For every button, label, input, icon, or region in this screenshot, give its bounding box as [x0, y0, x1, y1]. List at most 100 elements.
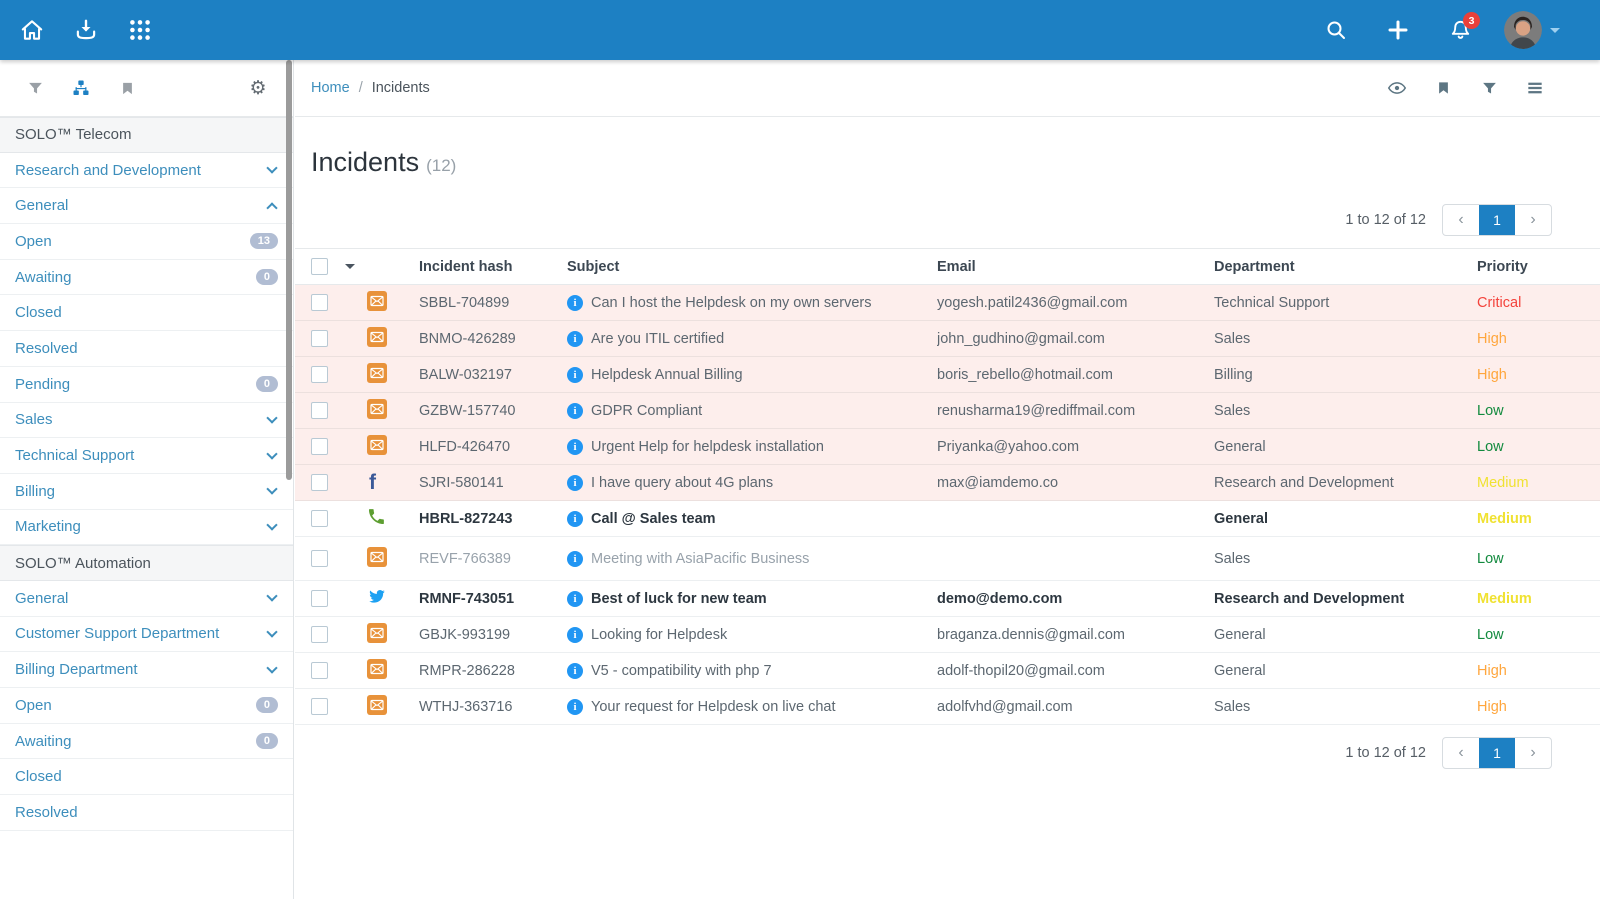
eye-icon[interactable]	[1384, 75, 1410, 101]
pagination-prev-button[interactable]: ‹	[1443, 205, 1479, 235]
pagination-prev-button[interactable]: ‹	[1443, 738, 1479, 768]
row-checkbox[interactable]	[311, 626, 328, 643]
page-count: (12)	[426, 156, 456, 176]
info-icon: i	[567, 295, 583, 311]
sitemap-icon[interactable]	[66, 73, 96, 103]
incident-subject: Call @ Sales team	[591, 511, 716, 527]
table-row[interactable]: BALW-032197 i Helpdesk Annual Billing bo…	[295, 357, 1600, 393]
sidebar-item-resolved[interactable]: Resolved	[0, 331, 293, 367]
select-all-checkbox[interactable]	[311, 258, 328, 275]
row-checkbox[interactable]	[311, 294, 328, 311]
gear-icon[interactable]: ⚙	[243, 73, 273, 103]
incident-hash: HBRL-827243	[419, 511, 567, 527]
table-row[interactable]: HLFD-426470 i Urgent Help for helpdesk i…	[295, 429, 1600, 465]
sidebar: ⚙ SOLO™ Telecom Research and Development…	[0, 60, 294, 899]
count-badge: 0	[256, 733, 278, 749]
sidebar-item-pending[interactable]: Pending 0	[0, 367, 293, 403]
row-checkbox[interactable]	[311, 474, 328, 491]
row-checkbox[interactable]	[311, 330, 328, 347]
sidebar-navigation: SOLO™ Telecom Research and Development G…	[0, 117, 293, 831]
chevron-down-icon	[266, 519, 277, 530]
incident-subject: GDPR Compliant	[591, 403, 702, 419]
sidebar-item-closed[interactable]: Closed	[0, 295, 293, 331]
sidebar-item-awaiting[interactable]: Awaiting 0	[0, 724, 293, 760]
breadcrumb-separator: /	[359, 80, 363, 96]
apps-grid-icon[interactable]	[118, 8, 162, 52]
sidebar-item-general[interactable]: General	[0, 581, 293, 617]
sidebar-item-open[interactable]: Open 0	[0, 688, 293, 724]
row-checkbox[interactable]	[311, 510, 328, 527]
sidebar-item-closed[interactable]: Closed	[0, 759, 293, 795]
incident-subject: Urgent Help for helpdesk installation	[591, 439, 824, 455]
user-menu[interactable]	[1504, 11, 1560, 49]
table-row[interactable]: RMPR-286228 i V5 - compatibility with ph…	[295, 653, 1600, 689]
filter-icon[interactable]	[20, 73, 50, 103]
list-menu-icon[interactable]	[1522, 75, 1548, 101]
row-checkbox[interactable]	[311, 366, 328, 383]
table-row[interactable]: WTHJ-363716 i Your request for Helpdesk …	[295, 689, 1600, 725]
incident-department: Sales	[1214, 551, 1477, 567]
count-badge: 0	[256, 697, 278, 713]
page-title: Incidents	[311, 147, 419, 178]
table-row[interactable]: SBBL-704899 i Can I host the Helpdesk on…	[295, 285, 1600, 321]
table-row[interactable]: REVF-766389 i Meeting with AsiaPacific B…	[295, 537, 1600, 581]
table-row[interactable]: BNMO-426289 i Are you ITIL certified joh…	[295, 321, 1600, 357]
sidebar-item-billing-department[interactable]: Billing Department	[0, 652, 293, 688]
sidebar-item-resolved[interactable]: Resolved	[0, 795, 293, 831]
chevron-up-icon	[266, 203, 277, 214]
row-checkbox[interactable]	[311, 402, 328, 419]
email-channel-icon	[367, 291, 387, 315]
row-checkbox[interactable]	[311, 662, 328, 679]
table-row[interactable]: RMNF-743051 i Best of luck for new team …	[295, 581, 1600, 617]
row-checkbox[interactable]	[311, 550, 328, 567]
breadcrumb-home-link[interactable]: Home	[311, 80, 350, 96]
table-row[interactable]: GBJK-993199 i Looking for Helpdesk braga…	[295, 617, 1600, 653]
pagination-page-1[interactable]: 1	[1479, 738, 1515, 768]
chevron-down-icon	[266, 484, 277, 495]
sidebar-scrollbar[interactable]	[286, 60, 292, 480]
sidebar-item-technical-support[interactable]: Technical Support	[0, 438, 293, 474]
count-badge: 13	[250, 233, 278, 249]
sidebar-item-billing[interactable]: Billing	[0, 474, 293, 510]
pagination-bottom: 1 to 12 of 12 ‹ 1 ›	[295, 737, 1600, 769]
table-row[interactable]: GZBW-157740 i GDPR Compliant renusharma1…	[295, 393, 1600, 429]
sidebar-item-marketing[interactable]: Marketing	[0, 510, 293, 546]
incident-department: General	[1214, 663, 1477, 679]
sidebar-item-open[interactable]: Open 13	[0, 224, 293, 260]
add-icon[interactable]	[1376, 8, 1420, 52]
sidebar-item-sales[interactable]: Sales	[0, 403, 293, 439]
table-row[interactable]: f SJRI-580141 i I have query about 4G pl…	[295, 465, 1600, 501]
filter-icon[interactable]	[1476, 75, 1502, 101]
search-icon[interactable]	[1314, 8, 1358, 52]
info-icon: i	[567, 663, 583, 679]
pagination-next-button[interactable]: ›	[1515, 205, 1551, 235]
pagination-page-1[interactable]: 1	[1479, 205, 1515, 235]
pagination-next-button[interactable]: ›	[1515, 738, 1551, 768]
home-icon[interactable]	[10, 8, 54, 52]
table-row[interactable]: HBRL-827243 i Call @ Sales team General …	[295, 501, 1600, 537]
sidebar-item-awaiting[interactable]: Awaiting 0	[0, 260, 293, 296]
column-priority: Priority	[1477, 259, 1552, 275]
incident-department: Sales	[1214, 699, 1477, 715]
row-checkbox[interactable]	[311, 438, 328, 455]
row-checkbox[interactable]	[311, 590, 328, 607]
sidebar-item-research-and-development[interactable]: Research and Development	[0, 153, 293, 189]
incident-subject: Looking for Helpdesk	[591, 627, 727, 643]
incident-subject: Can I host the Helpdesk on my own server…	[591, 295, 871, 311]
bookmark-icon[interactable]	[1430, 75, 1456, 101]
chevron-down-icon[interactable]	[345, 264, 355, 269]
topbar-left-icons	[10, 8, 172, 52]
info-icon: i	[567, 367, 583, 383]
sidebar-item-customer-support-department[interactable]: Customer Support Department	[0, 617, 293, 653]
column-department: Department	[1214, 259, 1477, 275]
pagination-top: 1 to 12 of 12 ‹ 1 ›	[295, 204, 1600, 236]
info-icon: i	[567, 591, 583, 607]
bookmark-icon[interactable]	[112, 73, 142, 103]
notifications-bell-icon[interactable]: 3	[1438, 8, 1482, 52]
download-icon[interactable]	[64, 8, 108, 52]
info-icon: i	[567, 699, 583, 715]
row-checkbox[interactable]	[311, 698, 328, 715]
sidebar-item-general[interactable]: General	[0, 188, 293, 224]
incident-priority: High	[1477, 699, 1552, 715]
chevron-down-icon	[266, 662, 277, 673]
